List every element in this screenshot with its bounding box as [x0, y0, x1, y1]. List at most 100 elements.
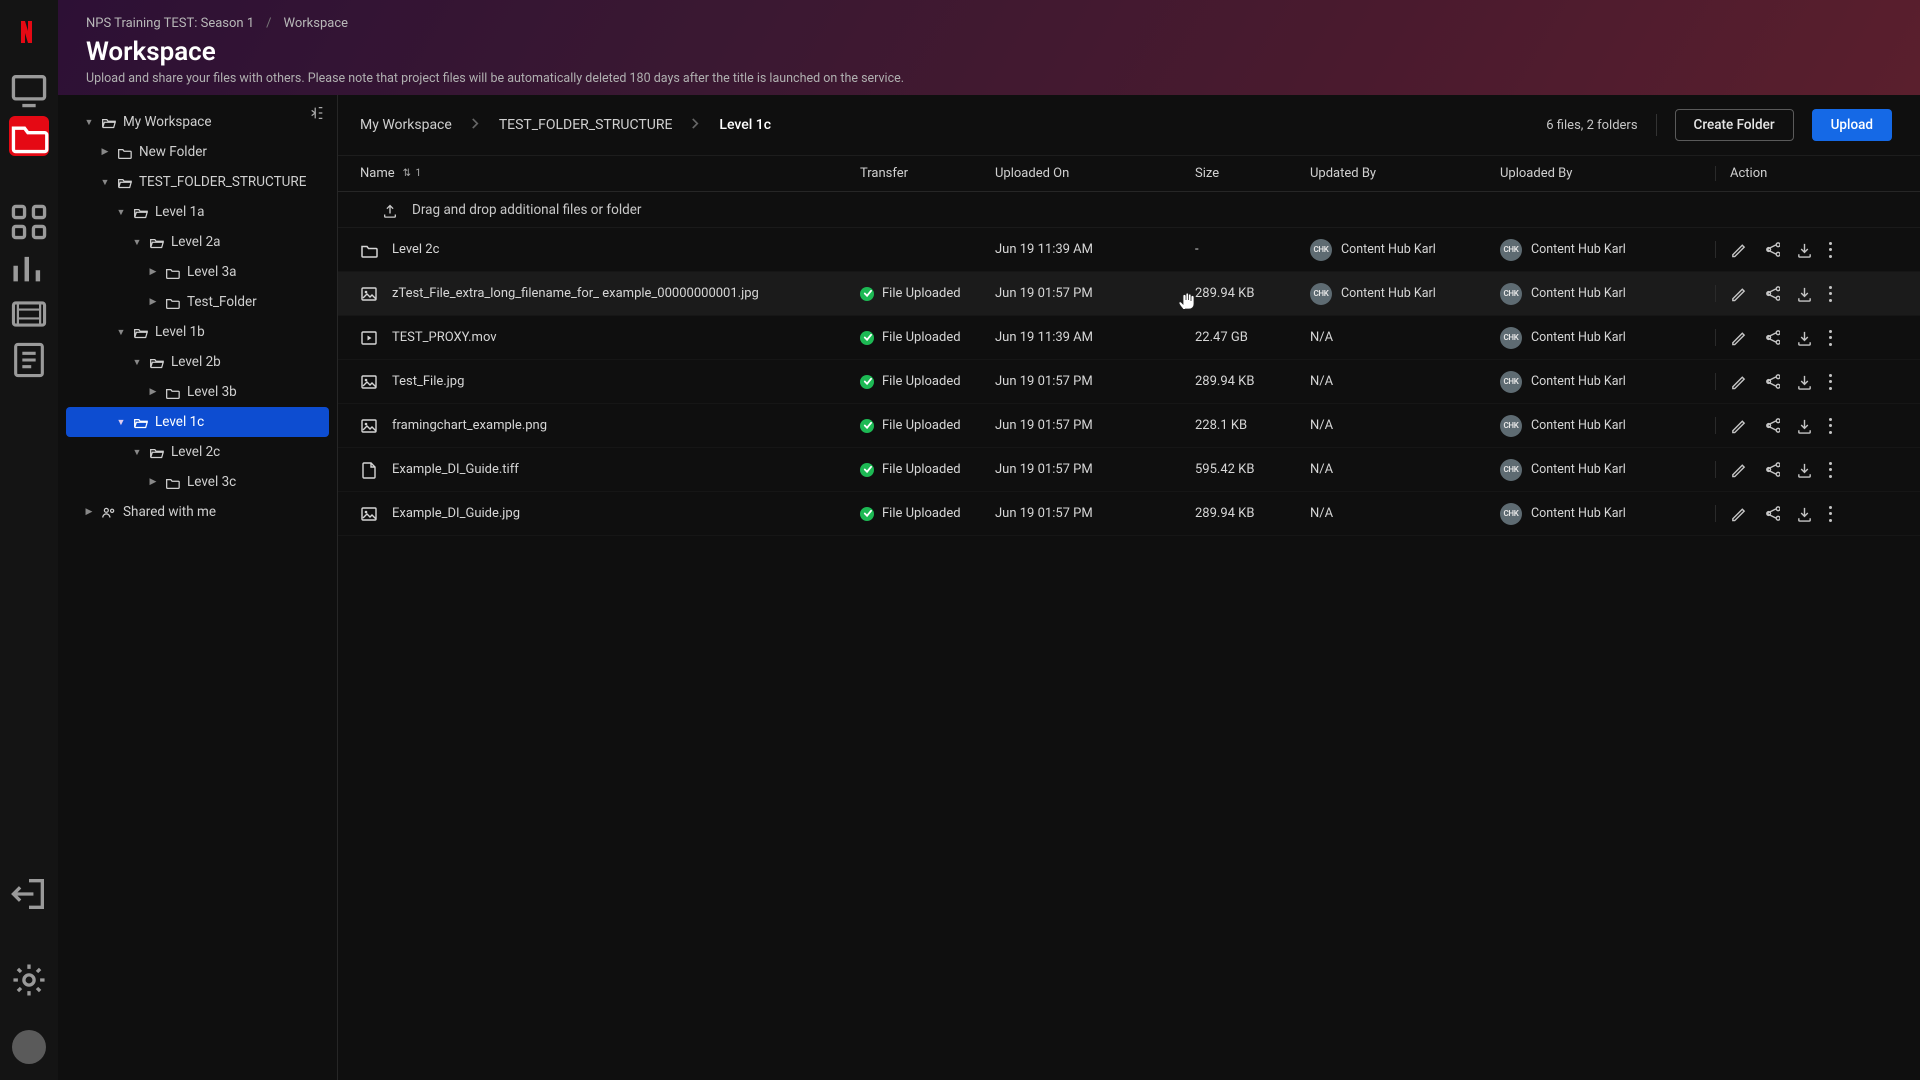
- header-section[interactable]: Workspace: [284, 16, 349, 31]
- caret-icon[interactable]: [132, 357, 142, 368]
- brand-logo[interactable]: [9, 12, 49, 52]
- caret-icon[interactable]: [148, 387, 158, 397]
- rail-bars-icon[interactable]: [9, 248, 49, 288]
- caret-icon[interactable]: [132, 447, 142, 458]
- tree-level-2c[interactable]: Level 2c: [66, 437, 329, 467]
- tree-level-3c[interactable]: Level 3c: [66, 467, 329, 497]
- caret-icon[interactable]: [84, 117, 94, 128]
- download-icon[interactable]: [1796, 417, 1813, 434]
- edit-icon[interactable]: [1730, 285, 1747, 302]
- table-row[interactable]: Level 2cJun 19 11:39 AM-CHKContent Hub K…: [338, 228, 1920, 272]
- more-icon[interactable]: [1829, 286, 1833, 302]
- file-size: -: [1195, 242, 1310, 257]
- dropzone-row[interactable]: Drag and drop additional files or folder: [338, 192, 1920, 228]
- more-icon[interactable]: [1829, 374, 1833, 390]
- download-icon[interactable]: [1796, 461, 1813, 478]
- share-icon[interactable]: [1763, 373, 1780, 390]
- caret-icon[interactable]: [100, 177, 110, 188]
- tree-label: Level 3c: [187, 474, 236, 490]
- rail-note-icon[interactable]: [9, 340, 49, 380]
- caret-icon[interactable]: [148, 477, 158, 487]
- tree-level-3b[interactable]: Level 3b: [66, 377, 329, 407]
- tree-new-folder[interactable]: New Folder: [66, 137, 329, 167]
- col-updated-by[interactable]: Updated By: [1310, 166, 1500, 181]
- header-project[interactable]: NPS Training TEST: Season 1: [86, 16, 254, 31]
- edit-icon[interactable]: [1730, 505, 1747, 522]
- caret-icon[interactable]: [132, 237, 142, 248]
- download-icon[interactable]: [1796, 285, 1813, 302]
- tree-level-3a[interactable]: Level 3a: [66, 257, 329, 287]
- download-icon[interactable]: [1796, 373, 1813, 390]
- col-size[interactable]: Size: [1195, 166, 1310, 181]
- tree-shared-with-me[interactable]: Shared with me: [66, 497, 329, 527]
- rail-clip-icon[interactable]: [9, 294, 49, 334]
- tree-my-workspace[interactable]: My Workspace: [66, 107, 329, 137]
- more-icon[interactable]: [1829, 418, 1833, 434]
- download-icon[interactable]: [1796, 241, 1813, 258]
- caret-icon[interactable]: [84, 507, 94, 517]
- upload-button[interactable]: Upload: [1812, 109, 1892, 141]
- download-icon[interactable]: [1796, 505, 1813, 522]
- caret-icon[interactable]: [116, 327, 126, 338]
- tree-level-1a[interactable]: Level 1a: [66, 197, 329, 227]
- table-row[interactable]: TEST_PROXY.movFile UploadedJun 19 11:39 …: [338, 316, 1920, 360]
- tree-level-2b[interactable]: Level 2b: [66, 347, 329, 377]
- share-icon[interactable]: [1763, 461, 1780, 478]
- table-body: Level 2cJun 19 11:39 AM-CHKContent Hub K…: [338, 228, 1920, 536]
- edit-icon[interactable]: [1730, 417, 1747, 434]
- more-icon[interactable]: [1829, 462, 1833, 478]
- edit-icon[interactable]: [1730, 373, 1747, 390]
- share-icon[interactable]: [1763, 241, 1780, 258]
- rail-avatar[interactable]: [12, 1030, 46, 1064]
- tree-test-folder[interactable]: Test_Folder: [66, 287, 329, 317]
- header-breadcrumb: NPS Training TEST: Season 1 / Workspace: [86, 16, 1892, 31]
- uploaded-by: CHKContent Hub Karl: [1500, 283, 1715, 305]
- check-icon: [860, 507, 874, 521]
- uploaded-on: Jun 19 01:57 PM: [995, 506, 1195, 521]
- share-icon[interactable]: [1763, 505, 1780, 522]
- table-row[interactable]: Test_File.jpgFile UploadedJun 19 01:57 P…: [338, 360, 1920, 404]
- more-icon[interactable]: [1829, 506, 1833, 522]
- share-icon[interactable]: [1763, 417, 1780, 434]
- create-folder-button[interactable]: Create Folder: [1675, 109, 1794, 141]
- rail-workspace-icon[interactable]: [9, 116, 49, 156]
- collapse-tree-icon[interactable]: [309, 105, 325, 125]
- caret-icon[interactable]: [100, 147, 110, 157]
- col-uploaded-on[interactable]: Uploaded On: [995, 166, 1195, 181]
- caret-icon[interactable]: [116, 417, 126, 428]
- more-icon[interactable]: [1829, 242, 1833, 258]
- edit-icon[interactable]: [1730, 241, 1747, 258]
- folder-open-icon: [101, 115, 116, 130]
- share-icon[interactable]: [1763, 285, 1780, 302]
- tree-test-folder-structure[interactable]: TEST_FOLDER_STRUCTURE: [66, 167, 329, 197]
- col-name[interactable]: Name ⇅ 1: [360, 166, 860, 181]
- share-icon[interactable]: [1763, 329, 1780, 346]
- col-transfer[interactable]: Transfer: [860, 166, 995, 181]
- table-row[interactable]: Example_DI_Guide.tiffFile UploadedJun 19…: [338, 448, 1920, 492]
- table-row[interactable]: framingchart_example.pngFile UploadedJun…: [338, 404, 1920, 448]
- rail-monitor-icon[interactable]: [9, 70, 49, 110]
- bc-my-workspace[interactable]: My Workspace: [360, 117, 452, 133]
- chevron-right-icon: [470, 117, 481, 133]
- col-uploaded-by[interactable]: Uploaded By: [1500, 166, 1715, 181]
- edit-icon[interactable]: [1730, 329, 1747, 346]
- caret-icon[interactable]: [148, 297, 158, 307]
- tree-label: Level 2c: [171, 444, 220, 460]
- rail-grid-icon[interactable]: [9, 202, 49, 242]
- tree-level-2a[interactable]: Level 2a: [66, 227, 329, 257]
- bc-folder-structure[interactable]: TEST_FOLDER_STRUCTURE: [499, 117, 673, 133]
- file-name: Test_File.jpg: [392, 374, 464, 389]
- rail-settings-icon[interactable]: [9, 960, 49, 1000]
- tree-level-1c[interactable]: Level 1c: [66, 407, 329, 437]
- more-icon[interactable]: [1829, 330, 1833, 346]
- caret-icon[interactable]: [148, 267, 158, 277]
- table-row[interactable]: zTest_File_extra_long_filename_for_ exam…: [338, 272, 1920, 316]
- row-actions: [1715, 241, 1892, 258]
- tree-level-1b[interactable]: Level 1b: [66, 317, 329, 347]
- edit-icon[interactable]: [1730, 461, 1747, 478]
- table-row[interactable]: Example_DI_Guide.jpgFile UploadedJun 19 …: [338, 492, 1920, 536]
- download-icon[interactable]: [1796, 329, 1813, 346]
- rail-out-icon[interactable]: [9, 874, 49, 914]
- row-actions: [1715, 329, 1892, 346]
- caret-icon[interactable]: [116, 207, 126, 218]
